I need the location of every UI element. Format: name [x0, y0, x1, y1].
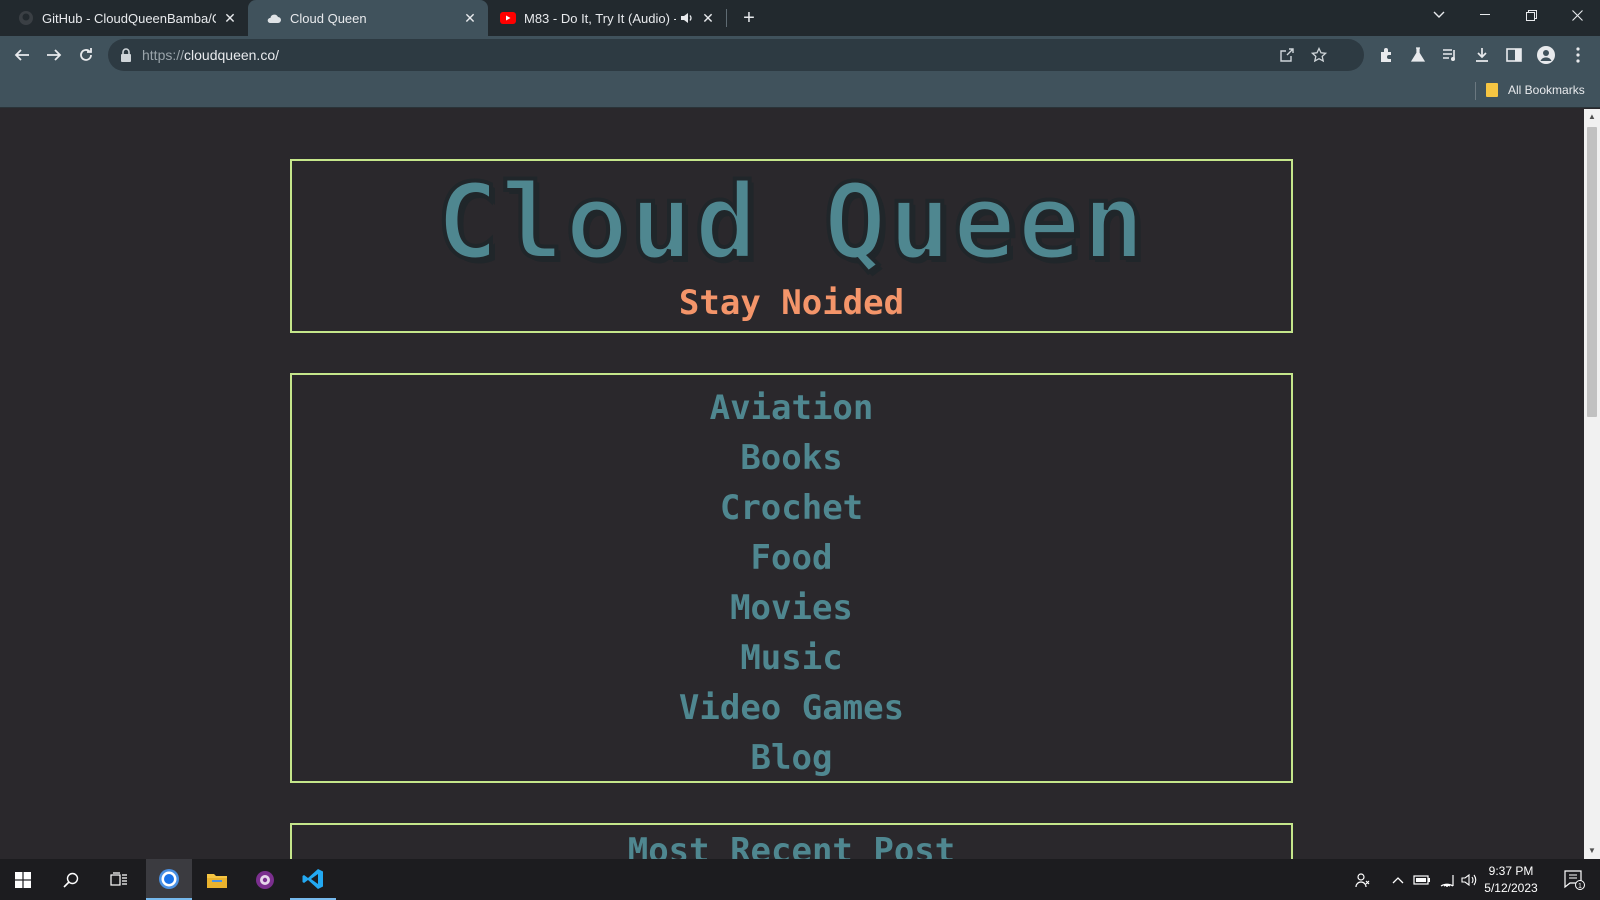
share-icon[interactable]: [1278, 46, 1296, 64]
show-hidden-icons-chevron-icon[interactable]: [1388, 859, 1408, 900]
tab-search-icon[interactable]: [1416, 0, 1462, 30]
lock-icon[interactable]: [120, 48, 132, 62]
windows-start-icon[interactable]: [0, 859, 46, 900]
clock-date: 5/12/2023: [1484, 881, 1538, 895]
nav-item-blog: Blog: [292, 733, 1291, 783]
nav-link-music[interactable]: Music: [740, 638, 842, 678]
site-tagline: Stay Noided: [678, 283, 905, 323]
youtube-icon: [500, 10, 516, 26]
search-icon[interactable]: [48, 859, 94, 900]
close-tab-icon[interactable]: ✕: [700, 10, 716, 26]
taskbar-clock[interactable]: 9:37 PM 5/12/2023: [1476, 863, 1546, 897]
vscode-icon[interactable]: [290, 859, 336, 900]
address-bar[interactable]: https://cloudqueen.co/: [108, 39, 1364, 71]
bookmarks-bar: All Bookmarks: [0, 74, 1600, 108]
nav-link-aviation[interactable]: Aviation: [710, 388, 874, 428]
forward-button[interactable]: [40, 41, 68, 69]
nav-item-aviation: Aviation: [292, 383, 1291, 433]
nav-item-movies: Movies: [292, 583, 1291, 633]
nav-link-video-games[interactable]: Video Games: [679, 688, 904, 728]
profile-avatar-icon[interactable]: [1536, 45, 1556, 65]
people-icon[interactable]: [1352, 859, 1374, 900]
nav-link-crochet[interactable]: Crochet: [720, 488, 863, 528]
back-button[interactable]: [8, 41, 36, 69]
all-bookmarks-label: All Bookmarks: [1508, 83, 1585, 97]
nav-link-food[interactable]: Food: [751, 538, 833, 578]
task-view-icon[interactable]: [96, 859, 142, 900]
category-nav: Aviation Books Crochet Food Movies Music…: [290, 373, 1293, 783]
all-bookmarks-button[interactable]: All Bookmarks: [1486, 83, 1585, 97]
site-header: Cloud Queen Stay Noided: [290, 159, 1293, 333]
tab-youtube[interactable]: M83 - Do It, Try It (Audio) - Y ✕: [488, 0, 726, 36]
nav-item-video-games: Video Games: [292, 683, 1291, 733]
scroll-up-arrow-icon[interactable]: ▲: [1584, 109, 1600, 125]
close-window-button[interactable]: [1554, 0, 1600, 30]
new-tab-button[interactable]: +: [737, 6, 761, 30]
nav-item-books: Books: [292, 433, 1291, 483]
nav-link-movies[interactable]: Movies: [730, 588, 853, 628]
github-icon: [18, 10, 34, 26]
side-panel-icon[interactable]: [1504, 45, 1524, 65]
restore-button[interactable]: [1508, 0, 1554, 30]
battery-icon[interactable]: [1412, 859, 1432, 900]
tab-title: M83 - Do It, Try It (Audio) - Y: [524, 10, 676, 26]
labs-flask-icon[interactable]: [1408, 45, 1428, 65]
extensions-icon[interactable]: [1376, 45, 1396, 65]
file-explorer-icon[interactable]: [194, 859, 240, 900]
tab-github[interactable]: GitHub - CloudQueenBamba/Cl ✕: [0, 0, 248, 36]
nav-link-books[interactable]: Books: [740, 438, 842, 478]
nav-item-music: Music: [292, 633, 1291, 683]
chrome-taskbar-icon[interactable]: [146, 859, 192, 900]
action-center-icon[interactable]: 1: [1560, 859, 1590, 900]
windows-taskbar: 9:37 PM 5/12/2023 1: [0, 859, 1600, 900]
tab-divider: [726, 9, 727, 27]
scroll-down-arrow-icon[interactable]: ▼: [1584, 843, 1600, 859]
recent-post-heading: Most Recent Post: [627, 831, 956, 859]
tab-title: Cloud Queen: [290, 10, 367, 26]
page-viewport: Cloud Queen Stay Noided Aviation Books C…: [0, 109, 1584, 859]
clock-time: 9:37 PM: [1488, 864, 1534, 878]
download-icon[interactable]: [1472, 45, 1492, 65]
tab-strip: GitHub - CloudQueenBamba/Cl ✕ Cloud Quee…: [0, 0, 1600, 36]
url-text: https://cloudqueen.co/: [142, 47, 279, 63]
tab-cloud-queen[interactable]: Cloud Queen ✕: [248, 0, 488, 36]
notification-count: 1: [1578, 883, 1582, 890]
site-title[interactable]: Cloud Queen: [292, 165, 1291, 279]
nav-link-blog[interactable]: Blog: [751, 738, 833, 778]
media-player-icon[interactable]: [242, 859, 288, 900]
minimize-button[interactable]: [1462, 0, 1508, 30]
wifi-icon[interactable]: [1437, 859, 1457, 900]
url-scheme: https://: [142, 47, 185, 63]
nav-item-crochet: Crochet: [292, 483, 1291, 533]
page-scrollbar[interactable]: ▲ ▼: [1584, 109, 1600, 859]
bookmark-star-icon[interactable]: [1310, 46, 1328, 64]
browser-toolbar: https://cloudqueen.co/: [0, 36, 1600, 74]
nav-item-food: Food: [292, 533, 1291, 583]
cloud-icon: [266, 10, 282, 26]
bookmarks-divider: [1475, 82, 1476, 100]
scrollbar-thumb[interactable]: [1587, 127, 1597, 417]
folder-icon: [1486, 83, 1498, 97]
url-host: cloudqueen.co/: [184, 47, 279, 63]
tab-title: GitHub - CloudQueenBamba/Cl: [42, 10, 216, 26]
close-tab-icon[interactable]: ✕: [222, 10, 238, 26]
browser-menu-icon[interactable]: [1568, 45, 1588, 65]
recent-post-section: Most Recent Post: [290, 823, 1293, 859]
close-tab-icon[interactable]: ✕: [462, 10, 478, 26]
media-queue-icon[interactable]: [1440, 45, 1460, 65]
audio-playing-icon[interactable]: [678, 10, 694, 26]
reload-button[interactable]: [72, 41, 100, 69]
